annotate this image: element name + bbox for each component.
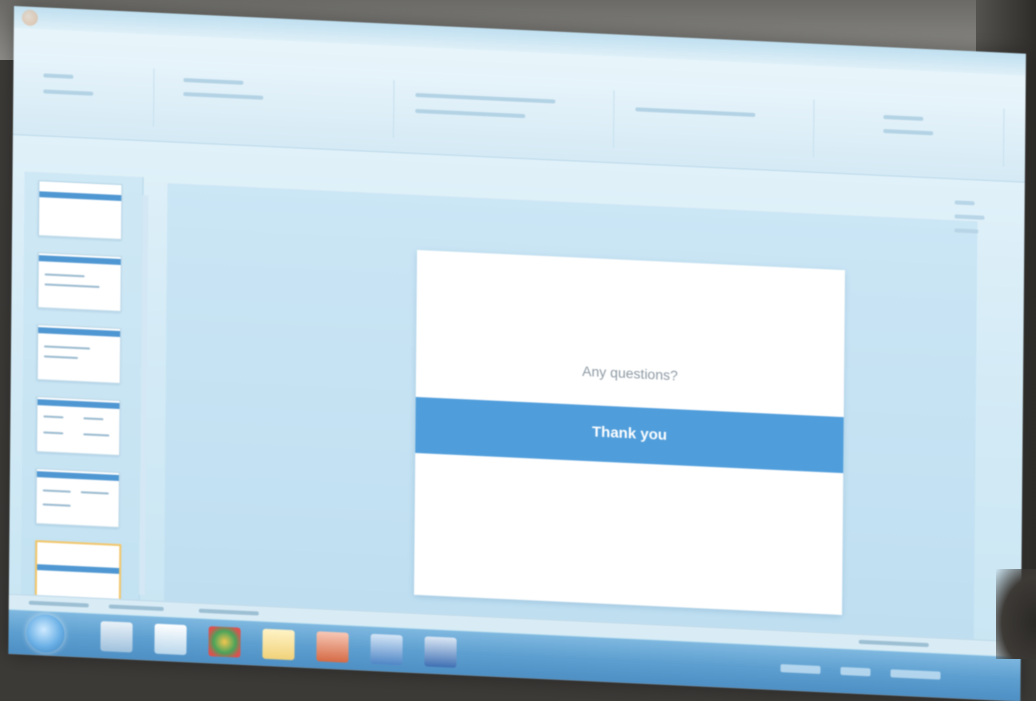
slide-thumbnail-panel	[21, 172, 144, 607]
slide-thanks-text: Thank you	[415, 415, 843, 452]
ribbon-group-font[interactable]	[403, 80, 614, 148]
slide-editing-area[interactable]: Any questions? Thank you	[164, 183, 978, 646]
ribbon-group-editing[interactable]	[823, 100, 1004, 167]
chrome-icon[interactable]	[208, 626, 240, 657]
slide-accent-band: Thank you	[415, 397, 843, 473]
slide-thumbnail-3[interactable]	[37, 324, 121, 384]
windows-start-icon[interactable]	[26, 614, 64, 654]
powerpoint-icon[interactable]	[316, 631, 348, 662]
ribbon-group-clipboard[interactable]	[33, 63, 155, 127]
thumbnail-scrollbar[interactable]	[139, 195, 148, 595]
ribbon-group-slides[interactable]	[163, 69, 394, 138]
word-icon[interactable]	[424, 636, 456, 667]
ribbon-group-paragraph[interactable]	[623, 91, 814, 158]
slide-thumbnail-6[interactable]	[35, 540, 122, 602]
system-tray[interactable]	[780, 656, 990, 690]
messenger-icon[interactable]	[154, 624, 186, 655]
view-options	[944, 200, 1015, 283]
current-slide[interactable]: Any questions? Thank you	[414, 250, 845, 615]
slide-thumbnail-1[interactable]	[38, 180, 122, 240]
projected-screen: Any questions? Thank you	[8, 6, 1026, 701]
audience-shadow	[996, 569, 1036, 659]
slide-thumbnail-2[interactable]	[37, 252, 121, 312]
folder-icon[interactable]	[262, 629, 294, 660]
outlook-icon[interactable]	[370, 634, 402, 665]
explorer-icon[interactable]	[100, 621, 132, 652]
ribbon	[13, 52, 1026, 183]
office-button-icon[interactable]	[22, 9, 38, 26]
slide-question-text: Any questions?	[416, 355, 844, 391]
slide-thumbnail-5[interactable]	[35, 468, 119, 528]
slide-thumbnail-4[interactable]	[36, 396, 120, 456]
